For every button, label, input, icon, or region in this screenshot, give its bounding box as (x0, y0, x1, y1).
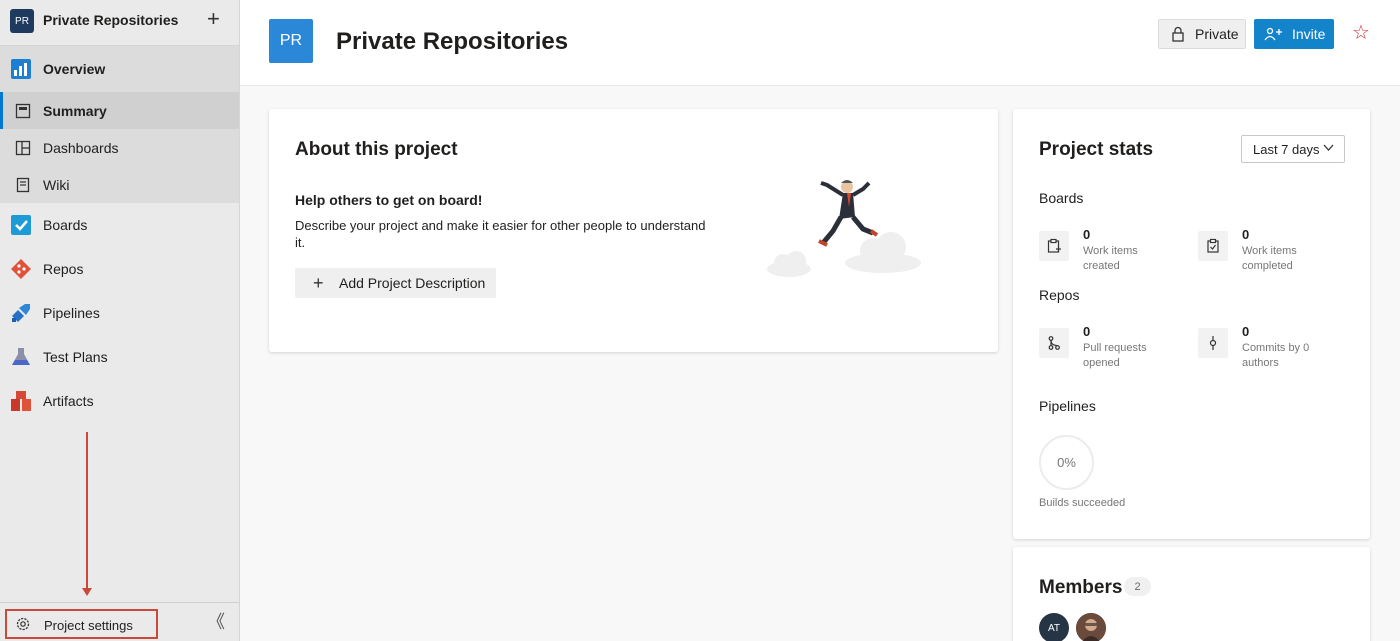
nav-test-plans[interactable]: Test Plans (0, 335, 239, 379)
pull-requests-value: 0 (1083, 324, 1091, 339)
nav-repos-label: Repos (43, 261, 84, 277)
project-stats-card: Project stats Last 7 days Boards 0 Work … (1013, 109, 1370, 539)
annotation-arrow-line (86, 432, 88, 592)
repos-icon (10, 258, 32, 280)
nav-overview-label: Overview (43, 61, 106, 77)
page-header: PR Private Repositories Private Invite ☆ (240, 0, 1400, 86)
jumping-person-illustration (763, 177, 923, 287)
nav-wiki[interactable]: Wiki (0, 166, 239, 203)
stats-title: Project stats (1039, 139, 1154, 160)
project-avatar: PR (10, 9, 34, 33)
project-tile-avatar: PR (269, 19, 313, 63)
annotation-arrow-head (82, 588, 92, 596)
member-avatar-photo[interactable] (1076, 613, 1106, 641)
nav-summary[interactable]: Summary (0, 92, 239, 129)
nav-boards[interactable]: Boards (0, 203, 239, 247)
invite-label: Invite (1292, 26, 1326, 42)
nav-wiki-label: Wiki (43, 176, 70, 193)
plus-icon: + (313, 272, 324, 293)
nav-repos[interactable]: Repos (0, 247, 239, 291)
invite-button[interactable]: Invite (1254, 19, 1334, 49)
nav-dashboards-label: Dashboards (43, 139, 119, 156)
project-name: Private Repositories (43, 12, 179, 28)
members-card: Members 2 AT (1013, 547, 1370, 641)
chevron-down-icon (1323, 142, 1334, 156)
collapse-sidebar-icon[interactable]: 《 (207, 613, 225, 631)
pipelines-heading: Pipelines (1039, 398, 1096, 414)
artifacts-icon (10, 390, 32, 412)
pipelines-icon (10, 302, 32, 324)
pull-request-icon (1039, 328, 1069, 358)
test-plans-icon (10, 346, 32, 368)
nav-pipelines[interactable]: Pipelines (0, 291, 239, 335)
clipboard-check-icon (1198, 231, 1228, 261)
members-title: Members (1039, 577, 1123, 598)
project-settings-button[interactable]: Project settings (5, 609, 158, 639)
nav-test-plans-label: Test Plans (43, 349, 108, 365)
dashboards-icon (12, 137, 34, 159)
help-heading: Help others to get on board! (295, 192, 483, 208)
sidebar-footer: Project settings 《 (0, 602, 239, 641)
gear-icon (15, 616, 31, 632)
private-label: Private (1195, 26, 1239, 42)
new-item-plus-icon[interactable]: + (207, 8, 220, 30)
members-count-badge: 2 (1124, 577, 1151, 596)
about-description: Describe your project and make it easier… (295, 218, 706, 250)
overview-icon (10, 58, 32, 80)
nav-dashboards[interactable]: Dashboards (0, 129, 239, 166)
member-avatar[interactable]: AT (1039, 613, 1069, 641)
nav-artifacts[interactable]: Artifacts (0, 379, 239, 423)
summary-icon (12, 100, 34, 122)
boards-heading: Boards (1039, 190, 1084, 206)
add-people-icon (1264, 26, 1284, 42)
nav-artifacts-label: Artifacts (43, 393, 94, 409)
nav-boards-label: Boards (43, 217, 88, 233)
work-items-created-caption: Work items created (1083, 245, 1138, 272)
time-range-dropdown[interactable]: Last 7 days (1241, 135, 1345, 163)
project-settings-label: Project settings (44, 618, 133, 633)
builds-succeeded-value: 0% (1057, 455, 1076, 470)
add-project-description-label: Add Project Description (339, 275, 486, 291)
builds-succeeded-caption: Builds succeeded (1039, 497, 1126, 509)
pull-requests-opened-stat[interactable]: 0 Pull requests opened (1039, 324, 1189, 370)
nav-summary-label: Summary (43, 102, 107, 119)
favorite-star-icon[interactable]: ☆ (1352, 22, 1370, 44)
commits-value: 0 (1242, 324, 1250, 339)
about-title: About this project (295, 139, 458, 160)
work-items-created-value: 0 (1083, 227, 1091, 242)
wiki-icon (12, 174, 34, 196)
boards-icon (10, 214, 32, 236)
add-project-description-button[interactable]: + Add Project Description (295, 268, 496, 298)
commits-stat[interactable]: 0 Commits by 0 authors (1198, 324, 1348, 370)
nav-overview[interactable]: Overview (0, 46, 239, 92)
work-items-completed-stat[interactable]: 0 Work items completed (1198, 227, 1348, 273)
lock-icon (1171, 26, 1185, 42)
page-title: Private Repositories (336, 28, 569, 55)
project-header[interactable]: PR Private Repositories + (0, 0, 239, 46)
pull-requests-caption: Pull requests opened (1083, 342, 1147, 369)
about-project-card: About this project Help others to get on… (269, 109, 998, 352)
nav-pipelines-label: Pipelines (43, 305, 100, 321)
work-items-created-stat[interactable]: 0 Work items created (1039, 227, 1189, 273)
commits-caption: Commits by 0 authors (1242, 342, 1310, 369)
work-items-completed-caption: Work items completed (1242, 245, 1297, 272)
commit-icon (1198, 328, 1228, 358)
builds-succeeded-donut[interactable]: 0% (1039, 435, 1094, 490)
clipboard-add-icon (1039, 231, 1069, 261)
repos-heading: Repos (1039, 287, 1080, 303)
left-navigation: PR Private Repositories + Overview Summa… (0, 0, 240, 641)
work-items-completed-value: 0 (1242, 227, 1250, 242)
private-button[interactable]: Private (1158, 19, 1246, 49)
time-range-value: Last 7 days (1253, 141, 1320, 157)
